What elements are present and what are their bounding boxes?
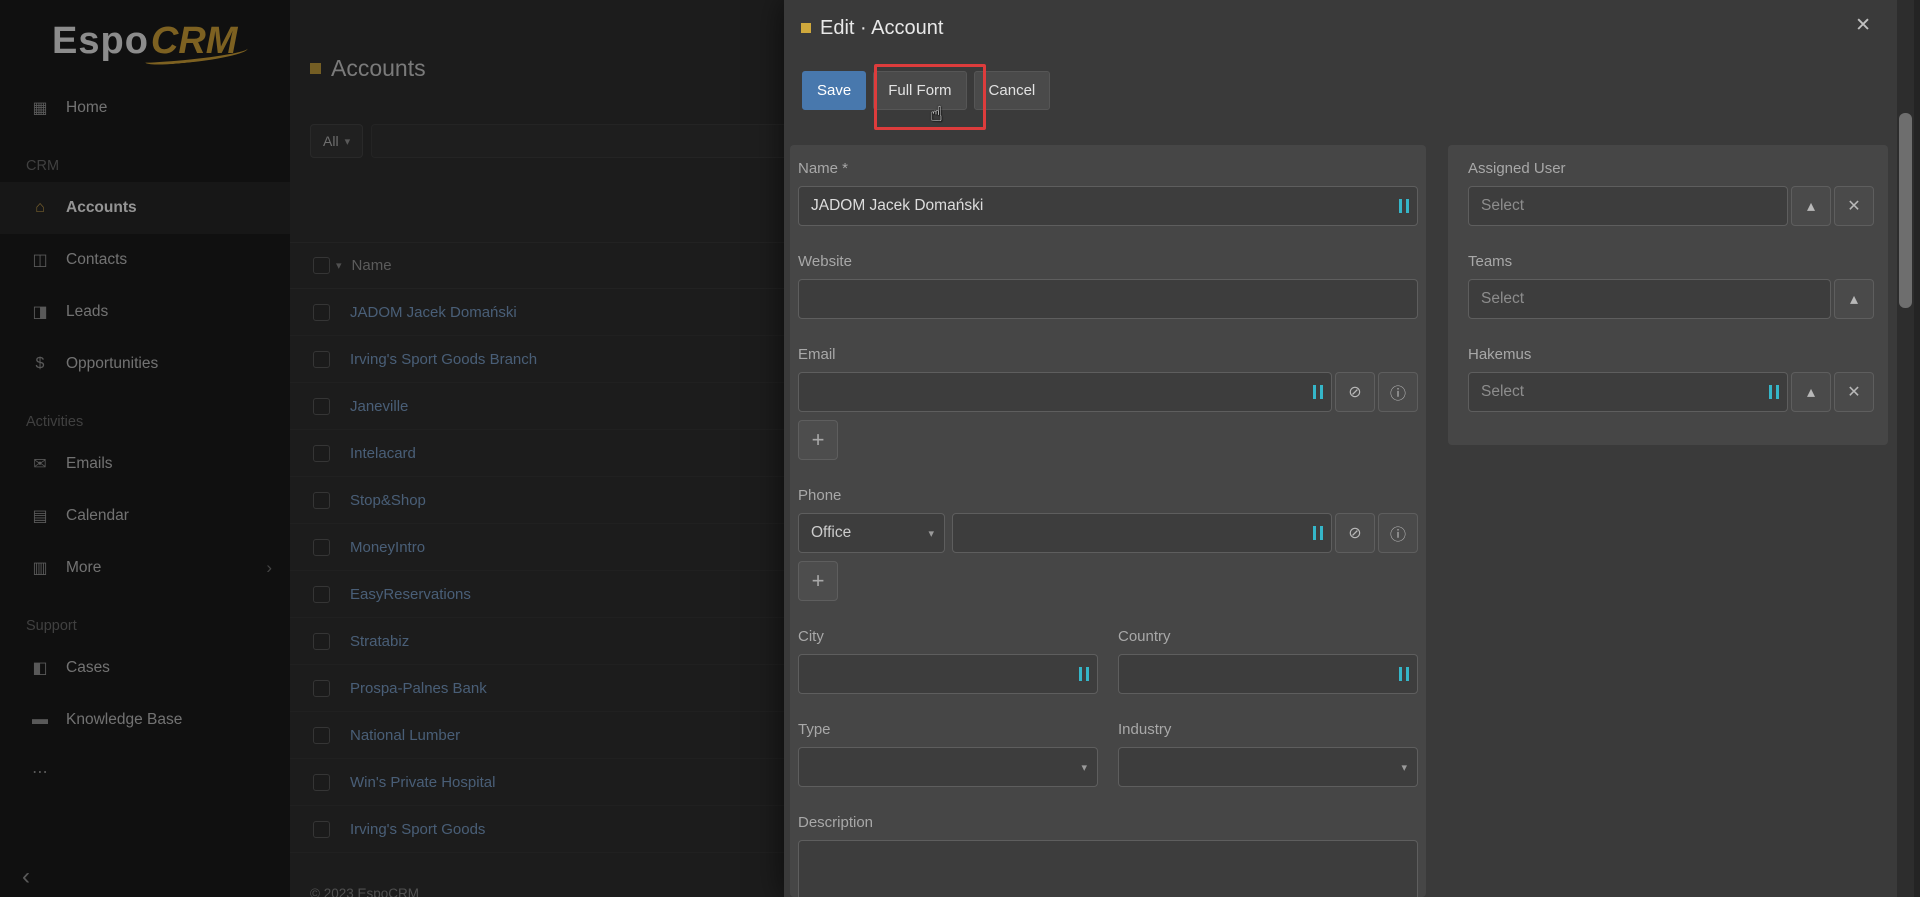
plus-icon: + [812, 427, 825, 453]
industry-select[interactable]: ▾ [1118, 747, 1418, 787]
field-industry: Industry ▾ [1118, 720, 1418, 787]
assigned-user-label: Assigned User [1468, 159, 1874, 178]
assigned-user-input[interactable] [1468, 186, 1788, 226]
phone-opt-out-button[interactable]: ⊘ [1335, 513, 1375, 553]
hakemus-input[interactable] [1468, 372, 1788, 412]
hakemus-clear-button[interactable]: ✕ [1834, 372, 1874, 412]
hakemus-label: Hakemus [1468, 345, 1874, 364]
field-teams: Teams ▴ [1468, 252, 1874, 319]
chevron-up-icon: ▴ [1807, 382, 1815, 402]
teams-input[interactable] [1468, 279, 1831, 319]
description-label: Description [798, 813, 1418, 832]
field-phone: Phone Office ▾ ⊘ ⓘ + [798, 486, 1418, 601]
edit-form-side-panel: Assigned User ▴ ✕ Teams ▴ [1448, 145, 1888, 445]
field-country: Country [1118, 627, 1418, 694]
email-input[interactable] [798, 372, 1332, 412]
modal-button-row: Save Full Form Cancel [802, 71, 1050, 110]
email-opt-out-button[interactable]: ⊘ [1335, 372, 1375, 412]
field-email: Email ⊘ ⓘ + [798, 345, 1418, 460]
plus-icon: + [812, 568, 825, 594]
type-label: Type [798, 720, 1098, 739]
assigned-user-clear-button[interactable]: ✕ [1834, 186, 1874, 226]
cancel-button[interactable]: Cancel [974, 71, 1051, 110]
chevron-down-icon: ▾ [928, 527, 934, 540]
ban-icon: ⊘ [1348, 523, 1361, 543]
add-email-button[interactable]: + [798, 420, 838, 460]
modal-title-square-icon [801, 23, 811, 33]
phone-label: Phone [798, 486, 1418, 505]
phone-type-select[interactable]: Office ▾ [798, 513, 945, 553]
phone-type-value: Office [811, 524, 851, 542]
modal-title: Edit · Account [820, 17, 943, 40]
close-icon[interactable]: ✕ [1855, 14, 1871, 37]
page-edge [1914, 0, 1920, 897]
type-select[interactable]: ▾ [798, 747, 1098, 787]
modal-scrollbar [1897, 0, 1914, 897]
industry-label: Industry [1118, 720, 1418, 739]
field-website: Website [798, 252, 1418, 319]
country-input[interactable] [1118, 654, 1418, 694]
field-name: Name * [798, 159, 1418, 226]
description-textarea[interactable] [798, 840, 1418, 897]
field-description: Description [798, 813, 1418, 897]
info-icon: ⓘ [1390, 521, 1406, 545]
edit-account-modal: Edit · Account ✕ Save Full Form Cancel ☝… [784, 0, 1897, 897]
hakemus-select-button[interactable]: ▴ [1791, 372, 1831, 412]
teams-select-button[interactable]: ▴ [1834, 279, 1874, 319]
info-icon: ⓘ [1390, 380, 1406, 404]
city-label: City [798, 627, 1098, 646]
save-button[interactable]: Save [802, 71, 866, 110]
field-type: Type ▾ [798, 720, 1098, 787]
scrollbar-thumb[interactable] [1899, 113, 1912, 308]
email-label: Email [798, 345, 1418, 364]
chevron-up-icon: ▴ [1807, 196, 1815, 216]
espocrm-app: EspoCRM ▦HomeCRM⌂Accounts◫Contacts◨Leads… [0, 0, 1920, 897]
field-hakemus: Hakemus ▴ ✕ [1468, 345, 1874, 412]
city-input[interactable] [798, 654, 1098, 694]
ban-icon: ⊘ [1348, 382, 1361, 402]
country-label: Country [1118, 627, 1418, 646]
edit-form-main-panel: Name * Website Email ⊘ ⓘ [790, 145, 1426, 897]
full-form-button[interactable]: Full Form [873, 71, 966, 110]
teams-label: Teams [1468, 252, 1874, 271]
close-icon: ✕ [1847, 196, 1860, 216]
field-city: City [798, 627, 1098, 694]
website-label: Website [798, 252, 1418, 271]
add-phone-button[interactable]: + [798, 561, 838, 601]
website-input[interactable] [798, 279, 1418, 319]
name-input[interactable] [798, 186, 1418, 226]
chevron-down-icon: ▾ [1081, 761, 1087, 774]
close-icon: ✕ [1847, 382, 1860, 402]
field-assigned-user: Assigned User ▴ ✕ [1468, 159, 1874, 226]
phone-input[interactable] [952, 513, 1332, 553]
assigned-user-select-button[interactable]: ▴ [1791, 186, 1831, 226]
chevron-down-icon: ▾ [1401, 761, 1407, 774]
name-label: Name * [798, 159, 1418, 178]
modal-header: Edit · Account ✕ [784, 0, 1897, 56]
chevron-up-icon: ▴ [1850, 289, 1858, 309]
phone-invalid-button[interactable]: ⓘ [1378, 513, 1418, 553]
email-invalid-button[interactable]: ⓘ [1378, 372, 1418, 412]
